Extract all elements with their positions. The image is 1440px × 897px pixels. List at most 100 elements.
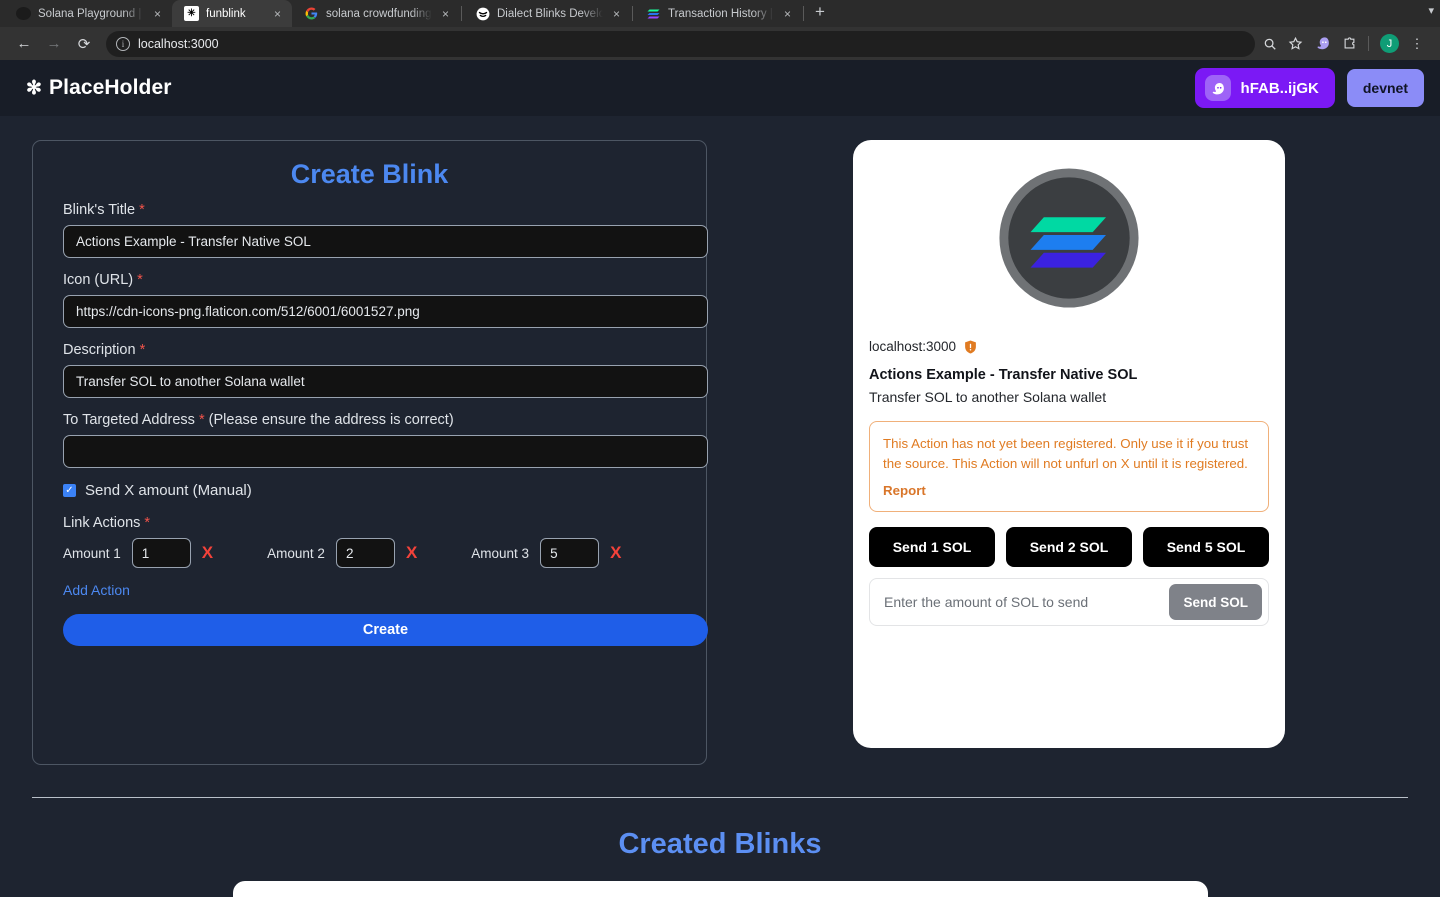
send-2-sol-button[interactable]: Send 2 SOL xyxy=(1006,527,1132,568)
blink-description: Transfer SOL to another Solana wallet xyxy=(869,389,1107,405)
search-icon[interactable] xyxy=(1263,37,1277,51)
header-actions: hFAB..ijGK devnet xyxy=(1194,68,1424,108)
action-amount-input[interactable] xyxy=(540,538,600,568)
solana-bars-icon xyxy=(646,6,661,21)
tab-title: Transaction History | hFABkK xyxy=(668,7,774,20)
browser-window: Solana Playground | Solana ID × ✳ funbli… xyxy=(0,0,1440,897)
manual-amount-label: Send X amount (Manual) xyxy=(85,482,252,499)
toolbar-divider xyxy=(1368,36,1369,51)
required-marker: * xyxy=(198,412,205,428)
tab-title: Dialect Blinks Developer Mod xyxy=(497,7,603,20)
forward-icon[interactable]: → xyxy=(40,30,68,58)
tab-title: Solana Playground | Solana ID xyxy=(38,7,144,20)
blink-title-input[interactable] xyxy=(63,225,708,258)
action-amount-input[interactable] xyxy=(335,538,395,568)
tab-divider xyxy=(632,6,633,21)
action-item-1: Amount 1 X xyxy=(63,538,213,568)
close-icon[interactable]: × xyxy=(271,7,284,21)
page-title: Create Blink xyxy=(290,159,449,189)
send-sol-button[interactable]: Send SOL xyxy=(1169,584,1262,621)
field-label-description: Description * xyxy=(63,342,691,358)
browser-toolbar: ← → ⟳ i localhost:3000 J ⋮ xyxy=(0,27,1440,60)
blink-action-buttons: Send 1 SOL Send 2 SOL Send 5 SOL xyxy=(869,527,1269,568)
action-amount-input[interactable] xyxy=(131,538,191,568)
warning-shield-icon[interactable] xyxy=(964,340,977,354)
manual-amount-row[interactable]: ✓ Send X amount (Manual) xyxy=(63,482,691,499)
wallet-address-label: hFAB..ijGK xyxy=(1240,79,1319,97)
bookmark-star-icon[interactable] xyxy=(1288,36,1303,51)
site-info-icon[interactable]: i xyxy=(116,36,130,51)
label-text: To Targeted Address xyxy=(63,412,195,428)
wallet-button[interactable]: hFAB..ijGK xyxy=(1194,68,1335,108)
browser-tab-1[interactable]: Solana Playground | Solana ID × xyxy=(4,0,172,27)
add-action-link[interactable]: Add Action xyxy=(63,582,130,598)
blink-host-label: localhost:3000 xyxy=(869,339,957,354)
unregistered-warning: This Action has not yet been registered.… xyxy=(869,421,1269,513)
solana-dot-icon xyxy=(16,7,31,20)
brand-name: PlaceHolder xyxy=(49,76,172,99)
blink-preview-card: localhost:3000 Actions Example - Transfe… xyxy=(853,140,1285,748)
label-text: Icon (URL) xyxy=(63,272,134,288)
action-item-3: Amount 3 X xyxy=(471,538,621,568)
network-label: devnet xyxy=(1362,80,1408,96)
field-label-link-actions: Link Actions * xyxy=(63,515,691,531)
tab-divider xyxy=(461,6,462,21)
required-marker: * xyxy=(139,342,146,358)
field-label-title: Blink's Title * xyxy=(63,202,691,218)
manual-amount-checkbox[interactable]: ✓ xyxy=(63,484,76,497)
remove-action-icon[interactable]: X xyxy=(202,543,213,563)
browser-tab-3[interactable]: solana crowdfunding icon - G × xyxy=(292,0,460,27)
created-blinks-title: Created Blinks xyxy=(618,828,822,860)
link-actions-row: Amount 1 X Amount 2 X Amount 3 X xyxy=(63,538,691,568)
new-tab-button[interactable]: + xyxy=(805,2,835,25)
report-link[interactable]: Report xyxy=(883,483,926,498)
required-marker: * xyxy=(144,515,151,531)
created-blink-card[interactable] xyxy=(232,881,1208,897)
action-item-2: Amount 2 X xyxy=(267,538,417,568)
required-marker: * xyxy=(139,202,145,218)
send-5-sol-button[interactable]: Send 5 SOL xyxy=(1143,527,1269,568)
network-selector[interactable]: devnet xyxy=(1346,69,1424,107)
create-button[interactable]: Create xyxy=(63,614,708,646)
close-icon[interactable]: × xyxy=(439,7,452,21)
target-address-input[interactable] xyxy=(63,435,708,468)
label-note: (Please ensure the address is correct) xyxy=(208,412,454,428)
reload-icon[interactable]: ⟳ xyxy=(70,30,98,58)
browser-tab-4[interactable]: Dialect Blinks Developer Mod × xyxy=(463,0,631,27)
label-text: Description xyxy=(63,342,136,358)
extensions-puzzle-icon[interactable] xyxy=(1342,36,1357,51)
google-icon xyxy=(304,6,319,21)
back-icon[interactable]: ← xyxy=(10,30,38,58)
browser-tab-5[interactable]: Transaction History | hFABkK × xyxy=(634,0,802,27)
blink-host-row: localhost:3000 xyxy=(869,339,1269,354)
solana-coin-icon xyxy=(995,164,1143,317)
browser-menu-icon[interactable]: ⋮ xyxy=(1410,37,1424,50)
section-divider xyxy=(32,797,1408,798)
asterisk-icon: ✻ xyxy=(26,77,43,99)
browser-tab-2[interactable]: ✳ funblink × xyxy=(172,0,292,27)
icon-url-input[interactable] xyxy=(63,295,708,328)
chevron-down-icon[interactable]: ▾ xyxy=(1428,4,1434,17)
star-icon: ✳ xyxy=(184,6,199,21)
web-page: ✻ PlaceHolder hFAB..ijGK devnet Create B… xyxy=(0,60,1440,897)
app-header: ✻ PlaceHolder hFAB..ijGK devnet xyxy=(0,60,1440,116)
avatar[interactable]: J xyxy=(1380,34,1399,53)
description-input[interactable] xyxy=(63,365,708,398)
address-bar[interactable]: i localhost:3000 xyxy=(106,30,1255,57)
required-marker: * xyxy=(137,272,143,288)
phantom-ghost-icon xyxy=(1204,75,1231,101)
close-icon[interactable]: × xyxy=(781,7,794,21)
sol-amount-input[interactable] xyxy=(884,594,1162,611)
action-label: Amount 1 xyxy=(63,545,121,561)
send-1-sol-button[interactable]: Send 1 SOL xyxy=(869,527,995,568)
page-content: Create Blink Blink's Title * Icon (URL) … xyxy=(0,116,1440,765)
remove-action-icon[interactable]: X xyxy=(610,543,621,563)
close-icon[interactable]: × xyxy=(151,7,164,21)
label-text: Link Actions xyxy=(63,515,141,531)
app-logo[interactable]: ✻ PlaceHolder xyxy=(26,76,172,100)
phantom-extension-icon[interactable] xyxy=(1314,35,1331,52)
remove-action-icon[interactable]: X xyxy=(406,543,417,563)
close-icon[interactable]: × xyxy=(610,7,623,21)
field-label-icon-url: Icon (URL) * xyxy=(63,272,691,288)
create-blink-form: Create Blink Blink's Title * Icon (URL) … xyxy=(32,140,708,765)
